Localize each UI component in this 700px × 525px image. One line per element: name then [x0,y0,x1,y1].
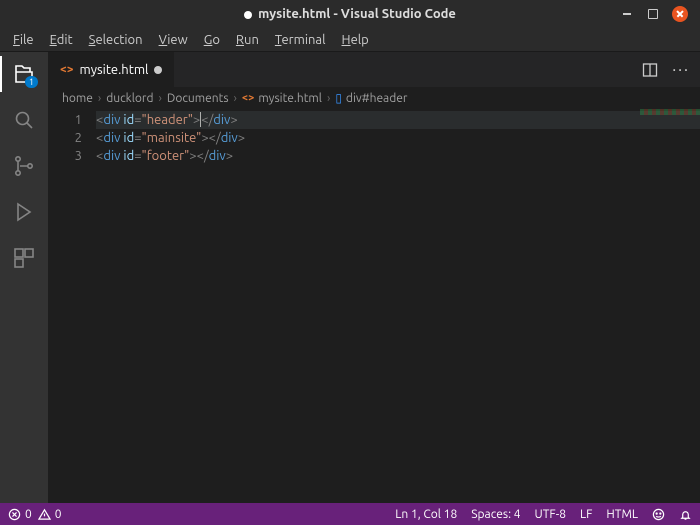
extensions-icon[interactable] [12,246,36,270]
dirty-indicator-icon [244,11,252,19]
explorer-icon[interactable]: 1 [12,62,36,86]
window-titlebar: mysite.html - Visual Studio Code [0,0,700,28]
window-maximize-button[interactable] [648,9,658,19]
tab-mysite[interactable]: <> mysite.html [48,52,175,87]
html-file-icon: <> [242,92,254,104]
chevron-right-icon: › [158,92,161,105]
symbol-field-icon: ▯ [335,91,342,105]
window-minimize-button[interactable] [620,7,634,21]
breadcrumb-item[interactable]: mysite.html [258,92,322,105]
menu-selection[interactable]: Selection [82,31,150,49]
window-close-button[interactable] [672,6,688,22]
status-errors[interactable]: 0 [8,508,32,521]
source-control-icon[interactable] [12,154,36,178]
warnings-count: 0 [55,508,62,521]
menu-go[interactable]: Go [197,31,227,49]
status-encoding[interactable]: UTF-8 [535,508,566,521]
menu-file[interactable]: File [6,31,41,49]
code-line[interactable]: <div id="header"></div> [96,111,700,129]
status-indentation[interactable]: Spaces: 4 [471,508,520,521]
breadcrumb-item[interactable]: div#header [346,92,408,105]
search-icon[interactable] [12,108,36,132]
chevron-right-icon: › [327,92,330,105]
notifications-icon[interactable] [679,508,692,521]
tab-bar: <> mysite.html ··· [48,52,700,87]
status-warnings[interactable]: 0 [38,508,62,521]
status-cursor-position[interactable]: Ln 1, Col 18 [395,508,457,521]
line-number: 1 [48,111,82,129]
explorer-badge: 1 [25,76,38,88]
menu-bar: File Edit Selection View Go Run Terminal… [0,28,700,52]
editor-lines[interactable]: <div id="header"></div> <div id="mainsit… [96,109,700,503]
activity-bar: 1 [0,52,48,503]
html-file-icon: <> [60,63,74,76]
line-number-gutter: 1 2 3 [48,109,96,503]
menu-terminal[interactable]: Terminal [268,31,333,49]
window-title-text: mysite.html - Visual Studio Code [258,7,456,21]
status-language[interactable]: HTML [606,508,638,521]
code-line[interactable]: <div id="footer"></div> [96,147,700,165]
menu-view[interactable]: View [152,31,195,49]
breadcrumb-item[interactable]: home [62,92,93,105]
menu-run[interactable]: Run [229,31,266,49]
breadcrumb[interactable]: home › ducklord › Documents › <> mysite.html… [48,87,700,109]
breadcrumb-item[interactable]: Documents [167,92,229,105]
errors-count: 0 [25,508,32,521]
text-cursor [200,112,201,127]
breadcrumb-item[interactable]: ducklord [106,92,153,105]
status-bar: 0 0 Ln 1, Col 18 Spaces: 4 UTF-8 LF HTML [0,503,700,525]
feedback-icon[interactable] [652,508,665,521]
chevron-right-icon: › [98,92,101,105]
minimap-overview [640,109,700,115]
run-debug-icon[interactable] [12,200,36,224]
menu-edit[interactable]: Edit [43,31,80,49]
line-number: 3 [48,147,82,165]
window-title: mysite.html - Visual Studio Code [0,7,700,21]
tab-dirty-icon [154,66,162,74]
code-line[interactable]: <div id="mainsite"></div> [96,129,700,147]
minimap[interactable] [640,109,700,503]
editor-area: <> mysite.html ··· home › ducklord › Docum… [48,52,700,503]
code-editor[interactable]: 1 2 3 <div id="header"></div> <div id="m… [48,109,700,503]
status-eol[interactable]: LF [580,508,592,521]
chevron-right-icon: › [234,92,237,105]
tab-label: mysite.html [80,63,149,77]
split-editor-icon[interactable] [642,62,658,78]
workbench: 1 <> mysite.html [0,52,700,503]
more-actions-icon[interactable]: ··· [672,61,690,79]
line-number: 2 [48,129,82,147]
menu-help[interactable]: Help [335,31,376,49]
